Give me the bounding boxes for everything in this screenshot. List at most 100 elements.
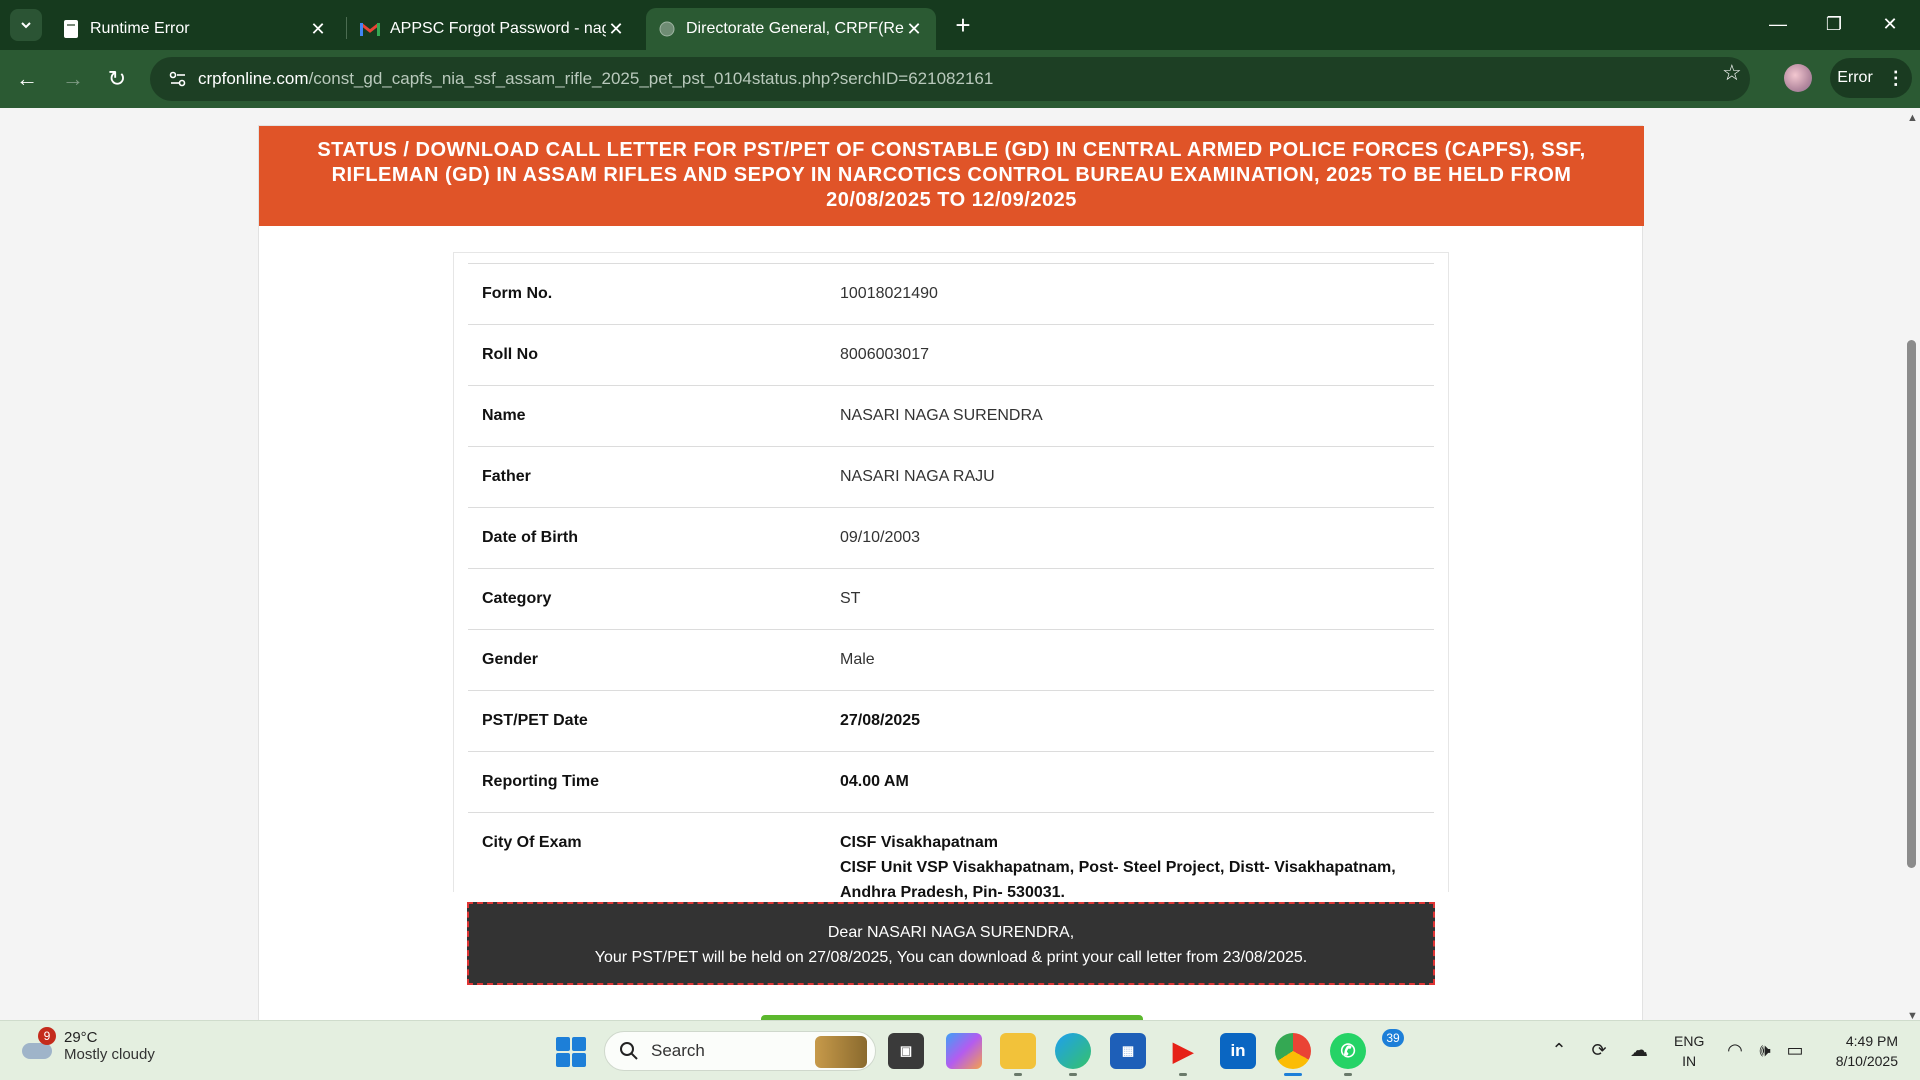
windows-logo-icon xyxy=(572,1053,586,1067)
reload-button[interactable]: ↻ xyxy=(100,62,134,96)
start-button[interactable] xyxy=(556,1037,586,1067)
browser-toolbar: ← → ↻ crpfonline.com/const_gd_capfs_nia_… xyxy=(0,50,1920,108)
document-icon xyxy=(64,20,78,38)
avatar[interactable] xyxy=(1784,64,1812,92)
row-value: NASARI NAGA SURENDRA xyxy=(840,407,1043,424)
close-icon[interactable]: ✕ xyxy=(308,19,328,40)
scroll-down-icon[interactable]: ▼ xyxy=(1907,1010,1918,1020)
table-row-pst-date: PST/PET Date 27/08/2025 xyxy=(468,690,1434,752)
candidate-details-card: Form No. 10018021490 Roll No 8006003017 … xyxy=(453,252,1449,901)
youtube-icon[interactable]: ▶ xyxy=(1165,1033,1201,1069)
row-value: 09/10/2003 xyxy=(840,529,921,546)
row-label: Date of Birth xyxy=(482,529,578,546)
gmail-icon xyxy=(360,22,380,36)
table-row-father: Father NASARI NAGA RAJU xyxy=(468,446,1434,508)
running-indicator xyxy=(1179,1073,1187,1076)
running-indicator xyxy=(1069,1073,1077,1076)
chevron-down-icon xyxy=(21,22,31,29)
tab-title: APPSC Forgot Password - naga xyxy=(390,20,606,37)
taskbar-search[interactable]: Search xyxy=(604,1031,876,1071)
chevron-up-icon[interactable]: ⌃ xyxy=(1546,1037,1572,1063)
row-value: 10018021490 xyxy=(840,285,938,302)
tab-search-button[interactable] xyxy=(10,9,42,41)
reload-icon: ↻ xyxy=(107,66,127,91)
search-icon xyxy=(620,1042,638,1060)
table-row-dob: Date of Birth 09/10/2003 xyxy=(468,507,1434,569)
table-row-roll-no: Roll No 8006003017 xyxy=(468,324,1434,386)
new-tab-button[interactable]: + xyxy=(948,10,978,40)
error-menu-button[interactable]: Error ⋮ xyxy=(1830,58,1912,98)
table-row-form-no: Form No. 10018021490 xyxy=(468,263,1434,325)
close-icon[interactable]: ✕ xyxy=(606,19,626,40)
onedrive-icon[interactable]: ☁ xyxy=(1626,1037,1652,1063)
tab-appsc[interactable]: APPSC Forgot Password - naga ✕ xyxy=(348,8,638,50)
tab-strip: Runtime Error ✕ APPSC Forgot Password - … xyxy=(0,0,1920,50)
url-path: /const_gd_capfs_nia_ssf_assam_rifle_2025… xyxy=(308,69,994,88)
url-text: crpfonline.com/const_gd_capfs_nia_ssf_as… xyxy=(198,69,993,89)
notice-greeting: Dear NASARI NAGA SURENDRA, xyxy=(827,924,1075,941)
row-value: ST xyxy=(840,590,861,607)
table-row-category: Category ST xyxy=(468,568,1434,630)
active-indicator xyxy=(1284,1073,1302,1076)
scroll-up-icon[interactable]: ▲ xyxy=(1907,112,1918,124)
date: 8/10/2025 xyxy=(1835,1053,1898,1069)
language-indicator[interactable]: ENG IN xyxy=(1674,1031,1704,1071)
battery-icon[interactable]: ▭ xyxy=(1782,1037,1808,1063)
error-label: Error xyxy=(1837,69,1873,86)
page-viewport: STATUS / DOWNLOAD CALL LETTER FOR PST/PE… xyxy=(0,108,1920,1020)
clock[interactable]: 4:49 PM 8/10/2025 xyxy=(1826,1031,1898,1071)
back-button[interactable]: ← xyxy=(10,62,44,96)
running-indicator xyxy=(1014,1073,1022,1076)
windows-logo-icon xyxy=(556,1053,570,1067)
banner-line: STATUS / DOWNLOAD CALL LETTER FOR PST/PE… xyxy=(317,139,1586,161)
scrollbar[interactable]: ▲ ▼ xyxy=(1904,108,1920,1020)
address-bar[interactable]: crpfonline.com/const_gd_capfs_nia_ssf_as… xyxy=(150,57,1750,101)
weather-widget[interactable]: 9 29°C Mostly cloudy xyxy=(20,1027,155,1063)
row-label: Roll No xyxy=(482,346,538,363)
row-label: Reporting Time xyxy=(482,773,600,790)
content-container: STATUS / DOWNLOAD CALL LETTER FOR PST/PE… xyxy=(258,125,1644,1020)
status-notice: Dear NASARI NAGA SURENDRA, Your PST/PET … xyxy=(467,902,1435,985)
edge-icon[interactable] xyxy=(1055,1033,1091,1069)
row-value: NASARI NAGA RAJU xyxy=(840,468,995,485)
task-view-icon[interactable]: ▣ xyxy=(888,1033,924,1069)
forward-button[interactable]: → xyxy=(56,62,90,96)
restore-button[interactable]: ❐ xyxy=(1806,6,1862,42)
city-name: CISF Visakhapatnam xyxy=(840,834,998,851)
temperature: 29°C xyxy=(64,1029,98,1046)
site-info-icon[interactable] xyxy=(158,71,198,87)
banner-line: RIFLEMAN (GD) IN ASSAM RIFLES AND SEPOY … xyxy=(331,164,1572,186)
close-icon[interactable]: ✕ xyxy=(904,19,924,40)
arrow-left-icon: ← xyxy=(16,66,38,91)
cloud-icon: 9 xyxy=(20,1027,56,1061)
table-row-gender: Gender Male xyxy=(468,629,1434,691)
wifi-icon[interactable]: ◠ xyxy=(1722,1037,1748,1063)
minimize-button[interactable]: — xyxy=(1750,6,1806,42)
table-row-name: Name NASARI NAGA SURENDRA xyxy=(468,385,1434,447)
restore-icon: ❐ xyxy=(1825,13,1843,34)
whatsapp-icon[interactable]: ✆ xyxy=(1330,1033,1366,1069)
row-value: 04.00 AM xyxy=(840,773,909,790)
store-icon[interactable]: ▦ xyxy=(1110,1033,1146,1069)
row-label: Form No. xyxy=(482,285,553,302)
row-value: 27/08/2025 xyxy=(840,712,921,729)
copilot-icon[interactable] xyxy=(946,1033,982,1069)
sync-icon[interactable]: ⟳ xyxy=(1586,1037,1612,1063)
close-window-button[interactable]: ✕ xyxy=(1862,6,1918,42)
chrome-icon[interactable] xyxy=(1275,1033,1311,1069)
row-label: Father xyxy=(482,468,531,485)
row-value: 8006003017 xyxy=(840,346,929,363)
volume-icon[interactable]: 🕪 xyxy=(1752,1037,1778,1063)
language-code: ENG xyxy=(1674,1033,1705,1049)
tab-runtime-error[interactable]: Runtime Error ✕ xyxy=(50,8,340,50)
scrollbar-thumb[interactable] xyxy=(1907,340,1916,868)
tab-crpf[interactable]: Directorate General, CRPF(Recr ✕ xyxy=(646,8,936,50)
file-explorer-icon[interactable] xyxy=(1000,1033,1036,1069)
banner-line: 20/08/2025 TO 12/09/2025 xyxy=(826,189,1077,211)
search-label: Search xyxy=(651,1041,705,1060)
globe-icon xyxy=(659,21,675,37)
close-icon: ✕ xyxy=(1882,13,1898,34)
region-code: IN xyxy=(1682,1053,1697,1069)
more-vert-icon: ⋮ xyxy=(1886,67,1905,88)
linkedin-icon[interactable]: in xyxy=(1220,1033,1256,1069)
